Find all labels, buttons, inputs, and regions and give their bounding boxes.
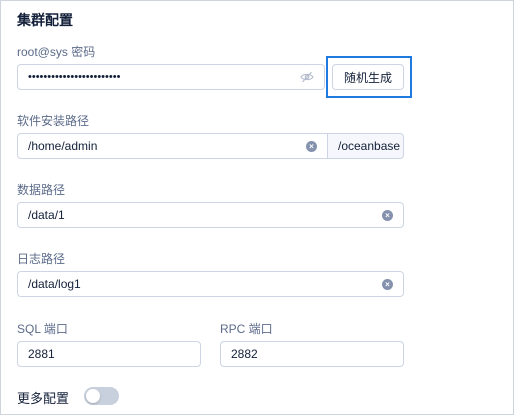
eye-off-icon[interactable] xyxy=(300,71,314,83)
toggle-knob xyxy=(86,389,100,403)
clear-icon[interactable]: × xyxy=(382,209,393,221)
clear-icon[interactable]: × xyxy=(382,278,393,290)
more-config-label: 更多配置 xyxy=(17,391,70,406)
sql-port-label: SQL 端口 xyxy=(17,322,68,336)
install-path-suffix: /oceanbase xyxy=(328,133,404,159)
data-path-label: 数据路径 xyxy=(17,183,66,197)
password-label: root@sys 密码 xyxy=(17,45,96,59)
data-path-input[interactable]: /data/1 × xyxy=(17,202,404,228)
sql-port-input[interactable]: 2881 xyxy=(17,341,201,367)
rpc-port-label: RPC 端口 xyxy=(220,322,273,336)
password-field[interactable]: •••••••••••••••••••••••• xyxy=(17,64,325,90)
log-path-input[interactable]: /data/log1 × xyxy=(17,271,404,297)
install-path-input[interactable]: /home/admin × xyxy=(17,133,328,159)
more-config-toggle[interactable] xyxy=(84,387,119,405)
random-generate-button[interactable]: 随机生成 xyxy=(332,64,404,90)
log-path-value: /data/log1 xyxy=(28,277,81,291)
log-path-label: 日志路径 xyxy=(17,252,66,266)
password-value: •••••••••••••••••••••••• xyxy=(28,71,121,83)
cluster-config-panel: 集群配置 root@sys 密码 •••••••••••••••••••••••… xyxy=(0,0,514,415)
clear-icon[interactable]: × xyxy=(306,140,317,152)
install-path-label: 软件安装路径 xyxy=(17,114,90,128)
install-path-value: /home/admin xyxy=(28,139,98,153)
rpc-port-input[interactable]: 2882 xyxy=(220,341,404,367)
sql-port-value: 2881 xyxy=(28,347,55,361)
rpc-port-value: 2882 xyxy=(231,347,258,361)
section-title: 集群配置 xyxy=(17,12,73,28)
data-path-value: /data/1 xyxy=(28,208,65,222)
